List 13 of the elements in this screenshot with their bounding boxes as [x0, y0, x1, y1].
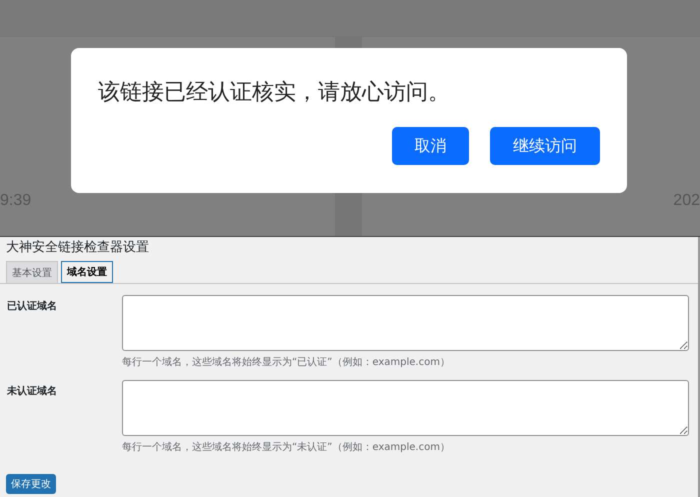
field-label: 未认证域名	[6, 384, 58, 399]
domain-textarea[interactable]	[122, 295, 689, 351]
save-button[interactable]: 保存更改	[6, 474, 56, 494]
domain-textarea[interactable]	[122, 380, 689, 436]
field-label: 已认证域名	[6, 300, 58, 314]
dialog-message: 该链接已经认证核实，请放心访问。	[98, 79, 451, 107]
cancel-button[interactable]: 取消	[392, 127, 469, 165]
page-title: 大神安全链接检查器设置	[6, 239, 150, 257]
help-text: 每行一个域名，这些域名将始终显示为“未认证”（例如：example.com）	[122, 440, 451, 454]
continue-button[interactable]: 继续访问	[490, 127, 600, 165]
help-text: 每行一个域名，这些域名将始终显示为“已认证”（例如：example.com）	[122, 356, 451, 369]
settings-tab[interactable]: 基本设置	[6, 261, 58, 283]
settings-tab[interactable]: 域名设置	[61, 261, 113, 283]
